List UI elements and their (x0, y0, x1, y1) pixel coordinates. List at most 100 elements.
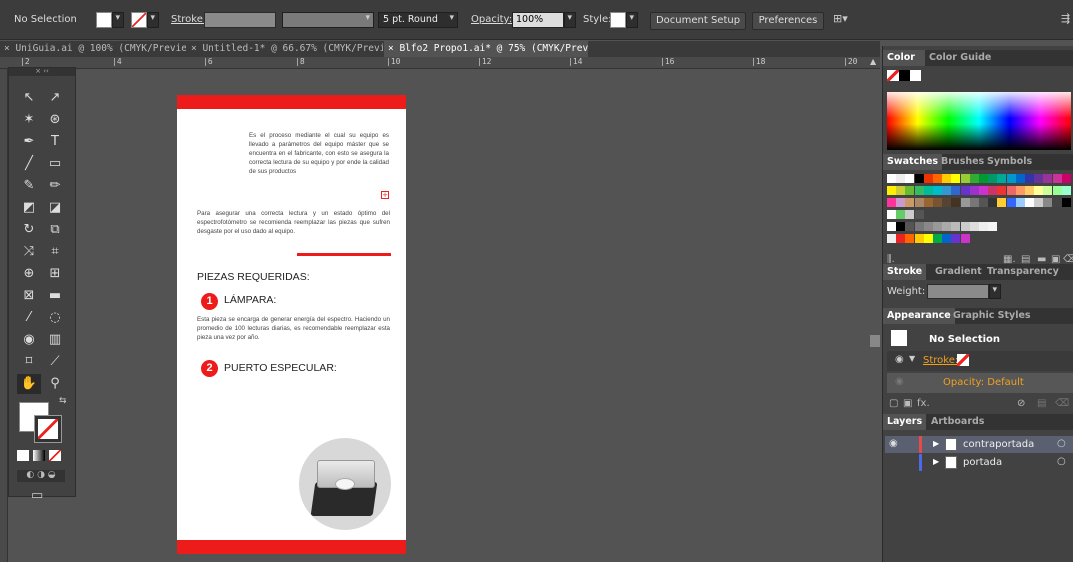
swatch-chip[interactable] (887, 210, 896, 219)
toolbar-grip[interactable]: × ‹‹ (9, 68, 75, 76)
swatch-chip[interactable] (1061, 186, 1071, 195)
stroke-dropdown[interactable] (147, 12, 159, 28)
swatch-chip[interactable] (1025, 174, 1034, 183)
brush-dropdown[interactable]: 5 pt. Round (378, 12, 458, 28)
swatch-chip[interactable] (933, 186, 942, 195)
eyedropper-icon[interactable]: ⁄ (17, 308, 41, 328)
white-color-chip[interactable] (910, 70, 921, 81)
swatch-chip[interactable] (896, 210, 906, 219)
swatch-chip[interactable] (942, 186, 952, 195)
swatch-chip[interactable] (979, 186, 988, 195)
layer-target-icon[interactable]: ○ (1057, 438, 1066, 449)
tab-untitled[interactable]: × Untitled-1* @ 66.67% (CMYK/Preview) (187, 41, 383, 57)
swatch-chip[interactable] (1015, 186, 1025, 195)
expand-arrow-icon[interactable]: ▼ (909, 354, 915, 363)
swatch-chip[interactable] (1043, 198, 1053, 207)
swatch-chip[interactable] (914, 174, 924, 183)
swatch-chip[interactable] (960, 198, 970, 207)
tab-stroke[interactable]: Stroke (883, 264, 927, 280)
swatch-chip[interactable] (1061, 198, 1071, 207)
opacity-dropdown[interactable] (564, 12, 576, 28)
selection-tool-icon[interactable]: ↖ (17, 88, 41, 108)
swatch-chip[interactable] (896, 198, 906, 207)
swatch-chip[interactable] (923, 186, 933, 195)
swatch-chip[interactable] (979, 174, 988, 183)
clear-appearance-icon[interactable]: ⊘ (1017, 398, 1025, 409)
swatch-chip[interactable] (960, 234, 970, 243)
artboard[interactable]: Es el proceso mediante el cual su equipo… (177, 95, 406, 554)
tab-artboards[interactable]: Artboards (927, 414, 988, 430)
swatch-chip[interactable] (887, 234, 896, 243)
swatch-chip[interactable] (942, 198, 952, 207)
preferences-button[interactable]: Preferences (752, 12, 824, 30)
swatch-chip[interactable] (914, 222, 924, 231)
swatch-chip[interactable] (1015, 174, 1025, 183)
swatch-chip[interactable] (942, 174, 952, 183)
swatch-chip[interactable] (1043, 186, 1053, 195)
style-swatch[interactable] (610, 12, 626, 28)
duplicate-item-icon[interactable]: ▤ (1037, 398, 1046, 409)
swatch-chip[interactable] (905, 186, 915, 195)
visibility-eye-icon[interactable]: ◉ (895, 354, 904, 365)
fill-dropdown[interactable] (112, 12, 124, 28)
swatch-chip[interactable] (933, 174, 942, 183)
type-tool-icon[interactable]: T (43, 132, 67, 152)
swatch-grid[interactable] (887, 174, 1073, 254)
blend-tool-icon[interactable]: ◌ (43, 308, 67, 328)
color-mode-icon[interactable] (17, 450, 29, 461)
rectangle-tool-icon[interactable]: ▭ (43, 154, 67, 174)
swatch-chip[interactable] (905, 174, 915, 183)
swatch-chip[interactable] (905, 234, 915, 243)
fx-icon[interactable]: fx. (917, 398, 930, 409)
symbol-sprayer-icon[interactable]: ◉ (17, 330, 41, 350)
swatch-chip[interactable] (896, 186, 906, 195)
swatch-chip[interactable] (951, 174, 961, 183)
black-color-chip[interactable] (899, 70, 910, 81)
swatch-chip[interactable] (905, 222, 915, 231)
swatch-chip[interactable] (997, 174, 1007, 183)
width-tool-icon[interactable]: ⤨ (17, 242, 41, 262)
swatch-chip[interactable] (1006, 174, 1016, 183)
document-setup-button[interactable]: Document Setup (650, 12, 746, 30)
opacity-label[interactable]: Opacity: (471, 14, 512, 25)
gradient-mode-icon[interactable] (33, 450, 45, 461)
swatch-chip[interactable] (951, 222, 961, 231)
swatch-chip[interactable] (988, 222, 998, 231)
opacity-input[interactable]: 100% (512, 12, 564, 28)
swatch-chip[interactable] (1061, 174, 1071, 183)
tab-transparency[interactable]: Transparency (983, 264, 1063, 280)
line-tool-icon[interactable]: ╱ (17, 154, 41, 174)
swatch-chip[interactable] (979, 198, 988, 207)
scroll-up-icon[interactable]: ▲ (870, 57, 876, 66)
artboard-tool-icon[interactable]: ⌑ (17, 352, 41, 372)
paintbrush-tool-icon[interactable]: ✎ (17, 176, 41, 196)
opacity-visibility-icon[interactable]: ◉ (895, 376, 904, 387)
variable-width-dropdown[interactable] (282, 12, 374, 28)
swatch-chip[interactable] (923, 198, 933, 207)
appearance-opacity-row[interactable]: ◉ Opacity: Default (887, 373, 1073, 393)
layer-target-icon[interactable]: ○ (1057, 456, 1066, 467)
tab-brushes[interactable]: Brushes (937, 154, 988, 170)
swatch-chip[interactable] (988, 186, 998, 195)
swatch-chip[interactable] (887, 174, 896, 183)
stroke-color-box[interactable] (34, 415, 62, 443)
swap-colors-icon[interactable]: ⇆ (59, 396, 67, 406)
none-color-chip[interactable] (887, 70, 899, 81)
swatch-chip[interactable] (887, 222, 896, 231)
swatch-chip[interactable] (951, 234, 961, 243)
swatch-chip[interactable] (969, 222, 979, 231)
appearance-stroke-label[interactable]: Stroke: (923, 355, 958, 366)
mesh-tool-icon[interactable]: ⊠ (17, 286, 41, 306)
swatch-chip[interactable] (988, 174, 998, 183)
swatch-chip[interactable] (905, 198, 915, 207)
swatch-chip[interactable] (997, 198, 1007, 207)
shape-builder-icon[interactable]: ⊕ (17, 264, 41, 284)
swatch-chip[interactable] (933, 234, 942, 243)
product-photo[interactable] (299, 438, 391, 530)
swatch-chip[interactable] (988, 198, 998, 207)
swatch-chip[interactable] (942, 234, 952, 243)
layer-name[interactable]: contraportada (963, 439, 1034, 450)
swatch-chip[interactable] (969, 174, 979, 183)
tab-uniguia[interactable]: × UniGuia.ai @ 100% (CMYK/Preview) (0, 41, 186, 57)
slice-tool-icon[interactable]: ⟋ (43, 352, 67, 372)
